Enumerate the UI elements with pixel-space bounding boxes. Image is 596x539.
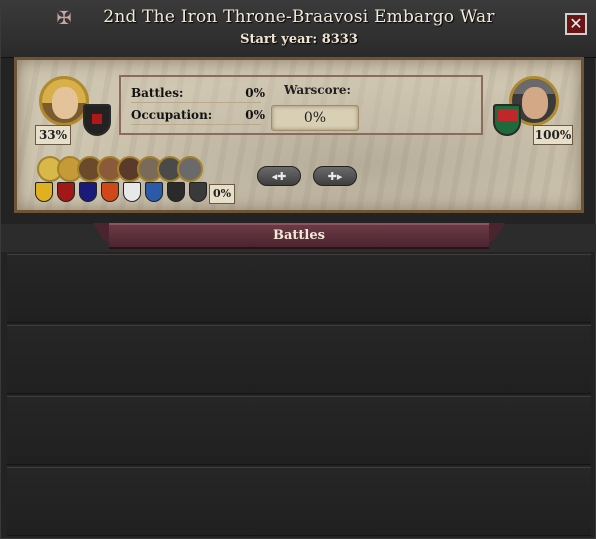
ally-coat-of-arms[interactable]	[123, 182, 141, 202]
battles-value: 0%	[245, 86, 265, 100]
ally-coat-of-arms[interactable]	[79, 182, 97, 202]
battles-section-title: Battles	[109, 223, 489, 249]
battle-row[interactable]	[7, 467, 591, 536]
allies-percent: 0%	[209, 184, 235, 204]
close-icon: ✕	[569, 14, 583, 33]
battles-stat: Battles: 0%	[131, 84, 265, 103]
battles-label: Battles:	[131, 86, 184, 100]
attacker-coat-of-arms[interactable]	[83, 104, 111, 136]
prev-war-button[interactable]: ◂✚	[257, 166, 301, 186]
defender-percent: 100%	[533, 125, 573, 145]
occupation-value: 0%	[245, 108, 265, 122]
ally-coat-of-arms[interactable]	[101, 182, 119, 202]
battle-row[interactable]	[7, 396, 591, 465]
ally-coat-of-arms[interactable]	[57, 182, 75, 202]
attacker-portrait[interactable]	[39, 76, 89, 126]
close-button[interactable]: ✕	[565, 13, 587, 35]
occupation-stat: Occupation: 0%	[131, 106, 265, 125]
start-year: Start year: 8333	[240, 32, 358, 47]
ally-coat-of-arms[interactable]	[145, 182, 163, 202]
battles-list	[7, 254, 591, 536]
occupation-label: Occupation:	[131, 108, 213, 122]
war-title: 2nd The Iron Throne-Braavosi Embargo War	[103, 7, 495, 27]
warscore-value: 0%	[271, 105, 359, 131]
war-summary-panel: 33% Battles: 0% Occupation: 0% Warscore:…	[14, 57, 584, 213]
defender-coat-of-arms[interactable]	[493, 104, 521, 136]
war-window: ✠ 2nd The Iron Throne-Braavosi Embargo W…	[0, 0, 596, 539]
window-header: ✠ 2nd The Iron Throne-Braavosi Embargo W…	[1, 1, 596, 58]
warscore-label: Warscore:	[284, 83, 351, 97]
attacker-percent: 33%	[35, 125, 71, 145]
ally-coat-of-arms[interactable]	[35, 182, 53, 202]
next-arrows-icon: ✚▸	[327, 170, 343, 183]
ally-portrait[interactable]	[177, 156, 203, 182]
prev-arrows-icon: ◂✚	[271, 170, 287, 183]
battle-row[interactable]	[7, 325, 591, 394]
battle-row[interactable]	[7, 254, 591, 323]
war-stats-box: Battles: 0% Occupation: 0% Warscore: 0%	[119, 75, 483, 135]
ally-coat-of-arms[interactable]	[167, 182, 185, 202]
ally-coat-of-arms[interactable]	[189, 182, 207, 202]
next-war-button[interactable]: ✚▸	[313, 166, 357, 186]
